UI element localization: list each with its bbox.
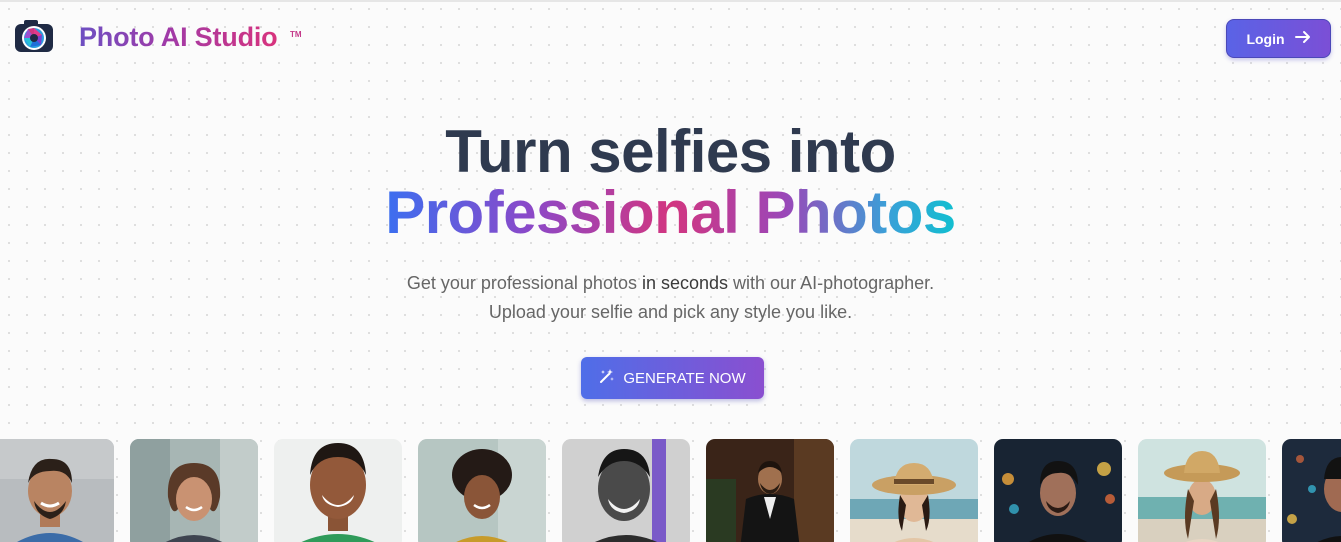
arrow-right-icon <box>1294 30 1311 47</box>
gallery-photo[interactable] <box>994 439 1122 542</box>
gallery-photo[interactable] <box>0 439 114 542</box>
generate-now-button[interactable]: GENERATE NOW <box>581 357 764 399</box>
gallery-photo[interactable] <box>1282 439 1341 542</box>
gallery-photo[interactable] <box>850 439 978 542</box>
subtitle-text: Get your professional photos <box>406 273 642 293</box>
gallery-photo[interactable] <box>418 439 546 542</box>
hero-subtitle-line1: Get your professional photos in seconds … <box>0 273 1341 294</box>
hero-title-line1: Turn selfies into <box>445 118 896 185</box>
trademark-mark: TM <box>290 30 302 39</box>
site-header: Photo AI Studio TM Login <box>0 2 1341 72</box>
magic-wand-icon <box>599 368 615 388</box>
subtitle-text: with our AI-photographer. <box>728 273 935 293</box>
subtitle-emphasis: in seconds <box>641 273 729 293</box>
gallery-photo[interactable] <box>706 439 834 542</box>
hero-title-line2: Professional Photos <box>0 178 1341 247</box>
gallery-photo[interactable] <box>1138 439 1266 542</box>
hero-gradient-text: Professional Photos <box>385 179 956 246</box>
brand-name[interactable]: Photo AI Studio <box>79 22 278 53</box>
gallery-photo[interactable] <box>130 439 258 542</box>
login-button[interactable]: Login <box>1226 19 1331 58</box>
gallery-photo[interactable] <box>562 439 690 542</box>
generate-now-label: GENERATE NOW <box>623 369 746 387</box>
gallery-photo[interactable] <box>274 439 402 542</box>
login-label: Login <box>1246 30 1285 47</box>
camera-aperture-icon[interactable] <box>14 18 54 54</box>
photo-gallery <box>0 439 1341 542</box>
hero-subtitle-line2: Upload your selfie and pick any style yo… <box>488 302 853 322</box>
